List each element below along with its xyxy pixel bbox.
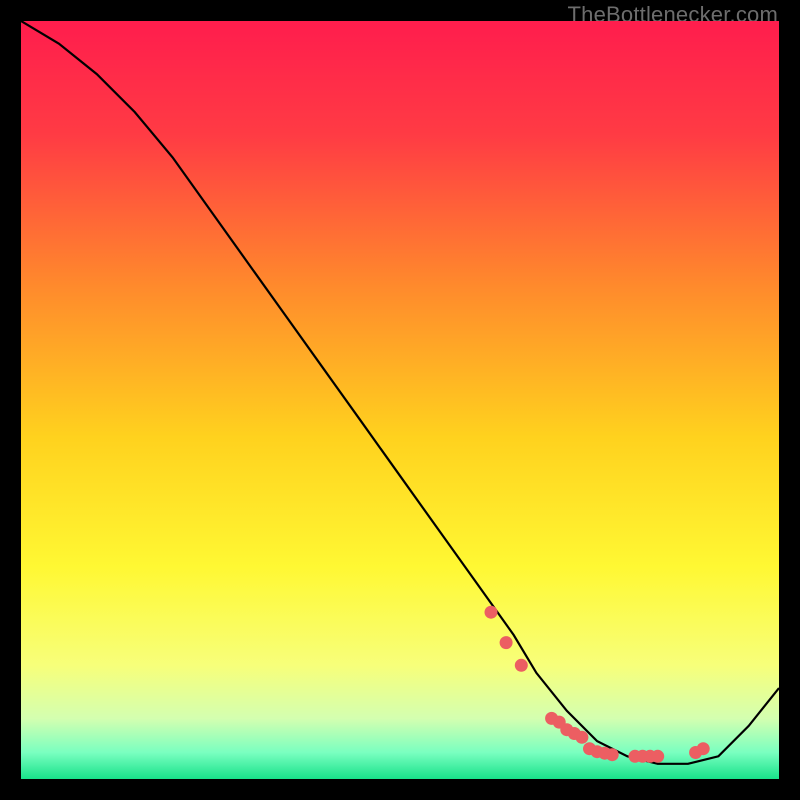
marker-point — [606, 748, 619, 761]
marker-point — [697, 742, 710, 755]
chart-frame: TheBottlenecker.com — [0, 0, 800, 800]
marker-point — [485, 606, 498, 619]
marker-point — [515, 659, 528, 672]
marker-point — [500, 636, 513, 649]
marker-point — [575, 731, 588, 744]
chart-plot — [21, 21, 779, 779]
marker-point — [651, 750, 664, 763]
gradient-background — [21, 21, 779, 779]
